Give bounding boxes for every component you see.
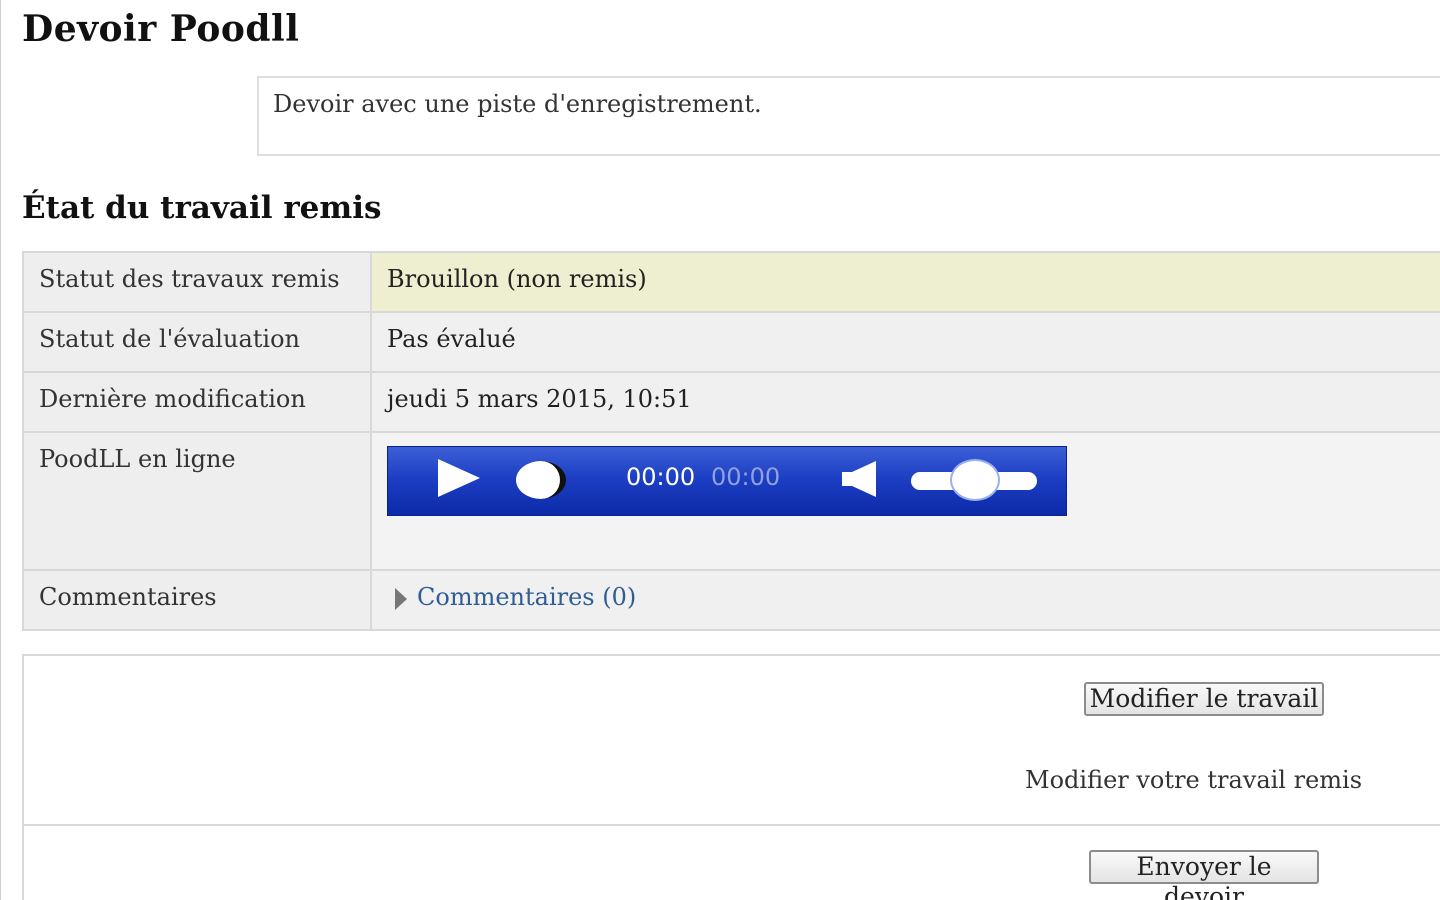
poodll-player-cell: 00:00 00:00 bbox=[370, 431, 1440, 571]
total-time: 00:00 bbox=[711, 463, 781, 491]
seek-slider-handle[interactable] bbox=[516, 461, 566, 499]
last-modified-value: jeudi 5 mars 2015, 10:51 bbox=[370, 371, 1440, 433]
submit-assignment-button[interactable]: Envoyer le devoir bbox=[1089, 850, 1319, 900]
row-label: Commentaires bbox=[22, 569, 372, 631]
row-label: Statut de l'évaluation bbox=[22, 311, 372, 373]
expand-arrow-icon[interactable] bbox=[395, 587, 407, 610]
edit-submission-description: Modifier votre travail remis bbox=[1025, 766, 1363, 794]
assignment-intro-text: Devoir avec une piste d'enregistrement. bbox=[273, 90, 762, 118]
speaker-icon[interactable] bbox=[840, 459, 878, 499]
audio-player: 00:00 00:00 bbox=[387, 446, 1067, 516]
table-row-poodll-online: PoodLL en ligne 00:00 00:00 bbox=[22, 431, 1440, 571]
comments-cell: Commentaires (0) bbox=[370, 569, 1440, 631]
grading-status-value: Pas évalué bbox=[370, 311, 1440, 373]
table-row-last-modified: Dernière modification jeudi 5 mars 2015,… bbox=[22, 371, 1440, 433]
table-row-comments: Commentaires Commentaires (0) bbox=[22, 569, 1440, 631]
volume-slider-handle[interactable] bbox=[952, 461, 998, 499]
table-row-grading-status: Statut de l'évaluation Pas évalué bbox=[22, 311, 1440, 373]
submission-status-heading: État du travail remis bbox=[22, 190, 382, 226]
assignment-intro-box: Devoir avec une piste d'enregistrement. bbox=[257, 76, 1440, 156]
submission-status-value: Brouillon (non remis) bbox=[370, 251, 1440, 313]
table-row-submission-status: Statut des travaux remis Brouillon (non … bbox=[22, 251, 1440, 313]
submission-status-table: Statut des travaux remis Brouillon (non … bbox=[22, 251, 1440, 631]
row-label: Statut des travaux remis bbox=[22, 251, 372, 313]
row-label: PoodLL en ligne bbox=[22, 431, 372, 571]
submit-assignment-panel: Envoyer le devoir bbox=[22, 824, 1440, 900]
play-icon[interactable] bbox=[438, 459, 480, 497]
row-label: Dernière modification bbox=[22, 371, 372, 433]
page-title: Devoir Poodll bbox=[22, 8, 300, 50]
comments-link[interactable]: Commentaires (0) bbox=[417, 583, 636, 611]
edit-submission-button[interactable]: Modifier le travail bbox=[1084, 682, 1324, 716]
edit-submission-panel: Modifier le travail Modifier votre trava… bbox=[22, 654, 1440, 826]
current-time: 00:00 bbox=[626, 463, 696, 491]
